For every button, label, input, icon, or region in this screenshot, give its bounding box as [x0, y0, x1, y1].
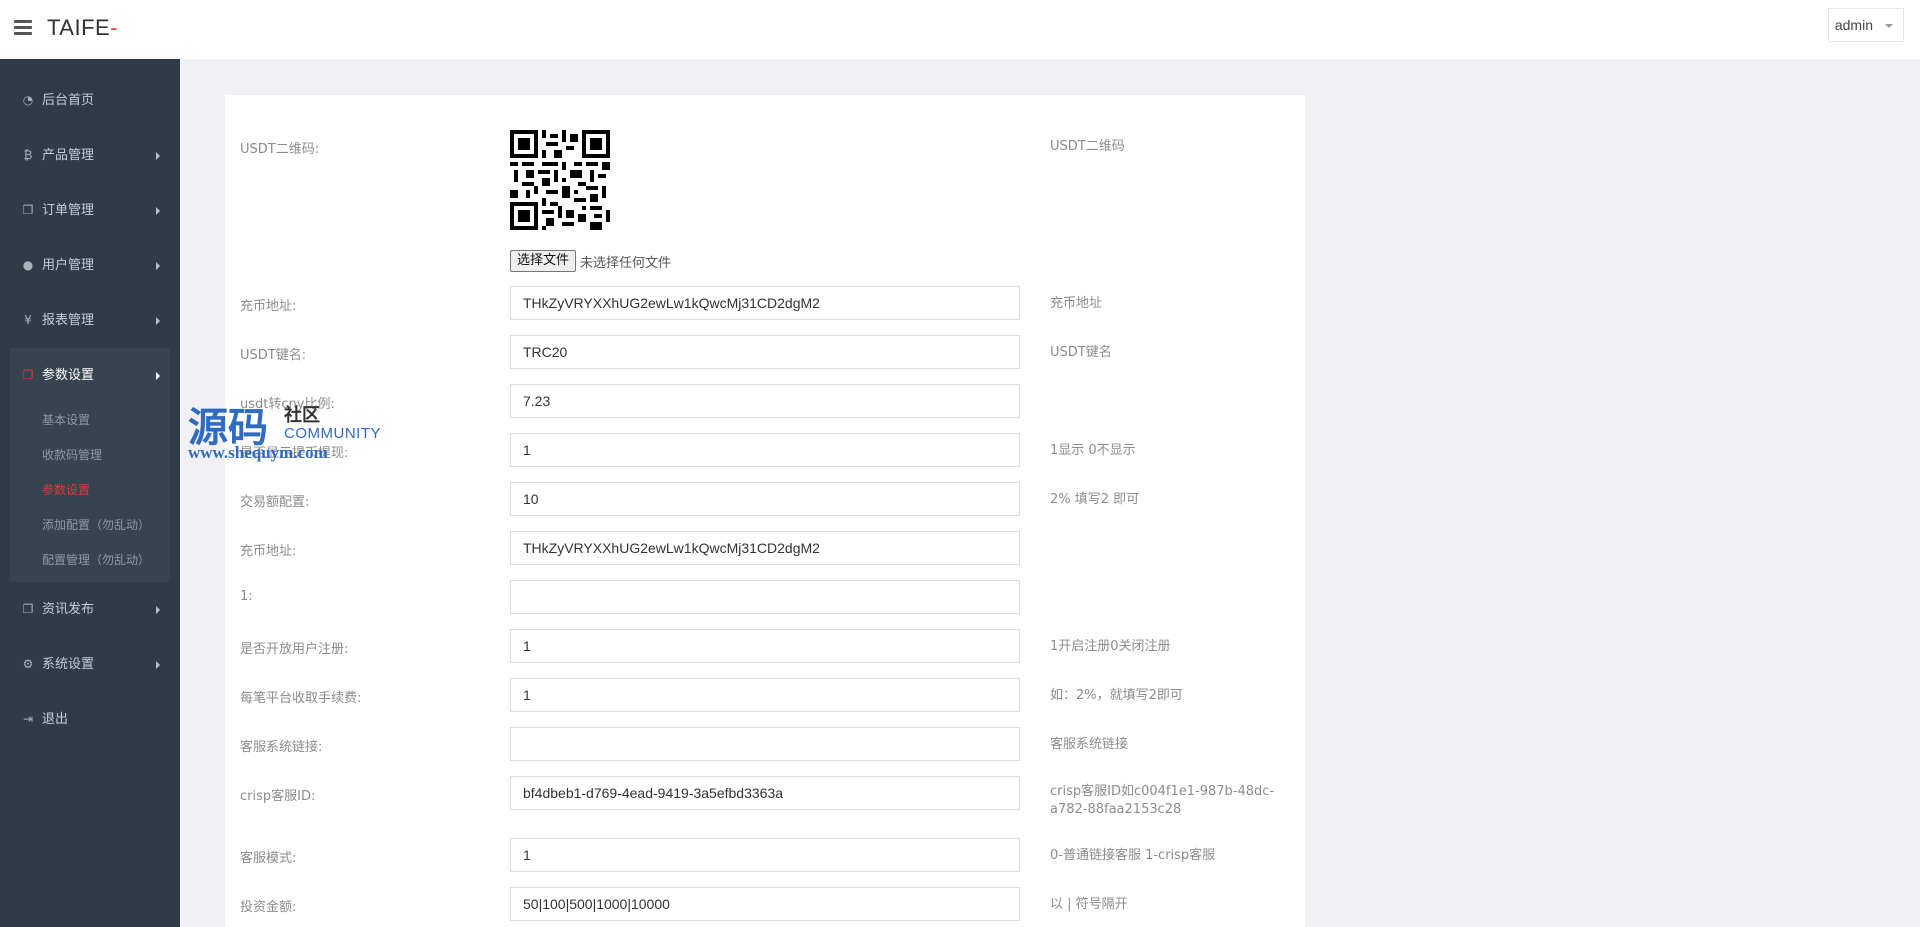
field-label: 充币地址: [240, 544, 297, 559]
form-row-usdt-qr: USDT二维码: 选择文件未选择任何文件 USDT二维码 [225, 95, 1305, 285]
field-hint: 充币地址 [1050, 296, 1103, 311]
usdt-key-input[interactable]: TRC20 [510, 335, 1020, 369]
field-label: 充币地址: [240, 299, 297, 314]
deposit-address-input[interactable]: THkZyVRYXXhUG2ewLw1kQwcMj31CD2dgM2 [510, 286, 1020, 320]
field-label: USDT键名: [240, 348, 307, 363]
copy-icon: ❐ [22, 203, 34, 217]
field-label: 每笔平台收取手续费: [240, 691, 362, 706]
field-label: 客服系统链接: [240, 740, 323, 755]
nav-group-params: ❐ 参数设置 基本设置 收款码管理 参数设置 添加配置（勿乱动） 配置管理（勿乱动… [10, 348, 170, 582]
invest-amount-input[interactable]: 50|100|500|1000|10000 [510, 887, 1020, 921]
nav-users[interactable]: ● 用户管理 [0, 238, 180, 293]
nav-logout[interactable]: ⇥ 退出 [0, 692, 180, 747]
top-bar: TAIFE- admin [0, 0, 1920, 59]
trade-amount-input[interactable]: 10 [510, 482, 1020, 516]
support-mode-input[interactable]: 1 [510, 838, 1020, 872]
field-label: 1: [240, 589, 253, 604]
caret-right-icon [156, 152, 160, 160]
field-label: usdt转cny比例: [240, 397, 335, 412]
field-hint: USDT二维码 [1050, 139, 1125, 154]
field-hint: 0-普通链接客服 1-crisp客服 [1050, 848, 1216, 863]
field-hint: 以 | 符号隔开 [1050, 897, 1128, 912]
field-label: 是否开放用户注册: [240, 642, 349, 657]
subnav-add-config[interactable]: 添加配置（勿乱动） [10, 508, 170, 543]
field-hint: 如：2%，就填写2即可 [1050, 688, 1183, 703]
nav-orders[interactable]: ❐ 订单管理 [0, 183, 180, 238]
user-dropdown[interactable]: admin [1827, 8, 1904, 42]
one-input[interactable] [510, 580, 1020, 614]
file-upload: 选择文件 未选择任何文件 [510, 250, 671, 274]
sign-out-icon: ⇥ [22, 712, 34, 726]
bitcoin-icon: ₿ [23, 148, 33, 162]
support-link-input[interactable] [510, 727, 1020, 761]
field-label: 是否显示提币提现: [240, 446, 349, 461]
caret-right-icon [156, 262, 160, 270]
field-hint: 客服系统链接 [1050, 737, 1129, 752]
settings-form-card: USDT二维码: 选择文件未选择任何文件 USDT二维码 充币地址: THkZy… [225, 95, 1305, 927]
nav-dashboard[interactable]: ◔ 后台首页 [0, 73, 180, 128]
sidebar: ◔ 后台首页 ₿ 产品管理 ❐ 订单管理 ● 用户管理 ¥ 报表管理 ❐ 参数设置 基本设置… [0, 59, 180, 927]
subnav-param-settings[interactable]: 参数设置 [10, 473, 170, 508]
field-label: crisp客服ID: [240, 789, 316, 804]
field-hint: USDT键名 [1050, 345, 1112, 360]
field-label: USDT二维码: [240, 142, 320, 157]
subnav-basic-settings[interactable]: 基本设置 [10, 403, 170, 438]
nav-system[interactable]: ⚙ 系统设置 [0, 637, 180, 692]
caret-right-icon [156, 317, 160, 325]
field-hint: 1开启注册0关闭注册 [1050, 639, 1171, 654]
field-hint: 1显示 0不显示 [1050, 443, 1136, 458]
crisp-id-input[interactable]: bf4dbeb1-d769-4ead-9419-3a5efbd3363a [510, 776, 1020, 810]
caret-right-icon [156, 661, 160, 669]
qr-code-image [510, 130, 610, 230]
open-registration-input[interactable]: 1 [510, 629, 1020, 663]
file-status-text: 未选择任何文件 [580, 255, 672, 271]
nav-news[interactable]: ❐ 资讯发布 [0, 582, 180, 637]
copy-icon: ❐ [22, 602, 34, 616]
user-icon: ● [22, 258, 34, 272]
field-hint: 2% 填写2 即可 [1050, 492, 1140, 507]
nav-params[interactable]: ❐ 参数设置 [10, 348, 170, 403]
caret-down-icon [1885, 24, 1893, 28]
nav-reports[interactable]: ¥ 报表管理 [0, 293, 180, 348]
platform-fee-input[interactable]: 1 [510, 678, 1020, 712]
brand-logo: TAIFE- [47, 15, 119, 40]
caret-right-icon [156, 372, 160, 380]
subnav-config-management[interactable]: 配置管理（勿乱动） [10, 543, 170, 578]
caret-right-icon [156, 207, 160, 215]
dashboard-icon: ◔ [22, 93, 34, 107]
field-label: 投资金额: [240, 900, 297, 915]
caret-right-icon [156, 606, 160, 614]
field-hint: crisp客服ID如c004f1e1-987b-48dc-a782-88faa2… [1050, 784, 1275, 817]
nav-products[interactable]: ₿ 产品管理 [0, 128, 180, 183]
yen-icon: ¥ [24, 313, 32, 327]
gears-icon: ⚙ [22, 657, 34, 671]
usdt-cny-rate-input[interactable]: 7.23 [510, 384, 1020, 418]
menu-toggle-icon[interactable] [14, 20, 32, 36]
show-withdraw-input[interactable]: 1 [510, 433, 1020, 467]
deposit-address-2-input[interactable]: THkZyVRYXXhUG2ewLw1kQwcMj31CD2dgM2 [510, 531, 1020, 565]
copy-icon: ❐ [22, 368, 34, 382]
field-label: 交易额配置: [240, 495, 310, 510]
field-label: 客服模式: [240, 851, 297, 866]
choose-file-button[interactable]: 选择文件 [510, 250, 577, 272]
user-name: admin [1834, 17, 1873, 33]
subnav-payment-codes[interactable]: 收款码管理 [10, 438, 170, 473]
